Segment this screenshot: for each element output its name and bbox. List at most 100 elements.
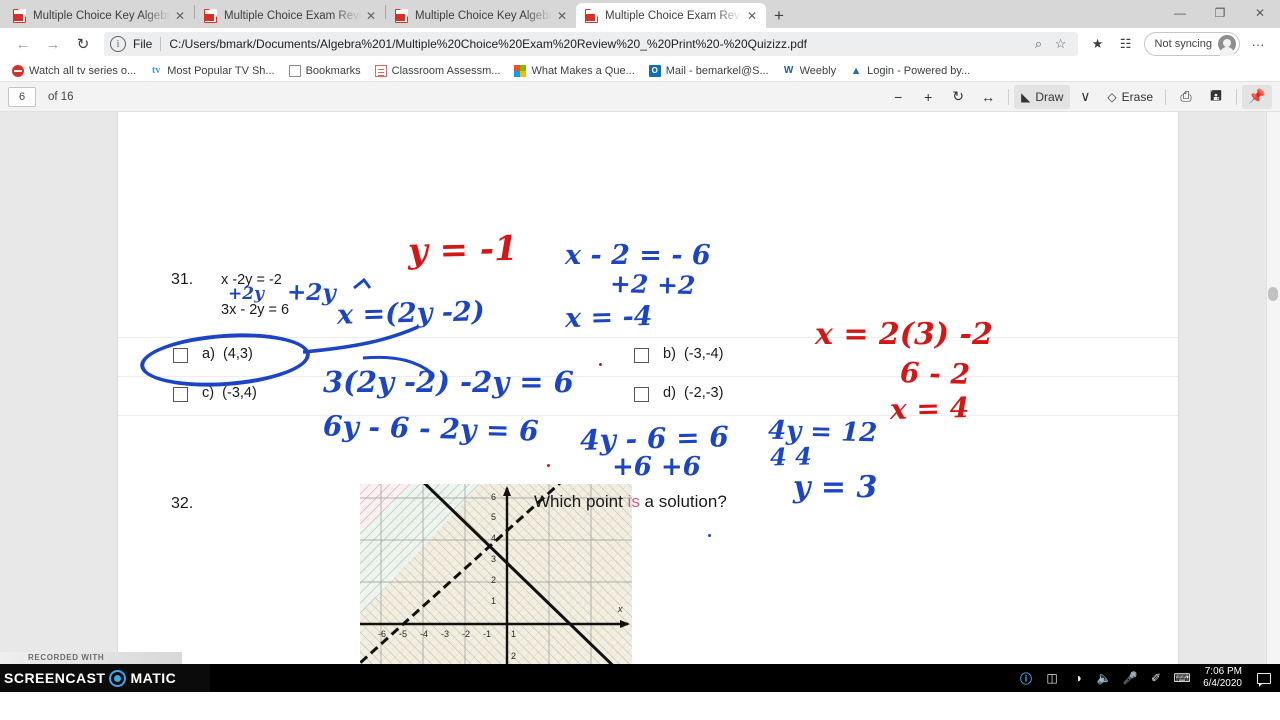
cortana-button[interactable] xyxy=(48,664,92,692)
zoom-out-button[interactable]: − xyxy=(883,85,913,109)
weebly-icon: W xyxy=(783,64,794,76)
page-count-label: of 16 xyxy=(48,90,74,103)
wifi-icon[interactable]: ◑ xyxy=(1065,664,1091,692)
toolbar-divider xyxy=(1236,88,1237,105)
chevron-down-icon[interactable]: ∨ xyxy=(1070,85,1100,109)
window-controls: — ❐ ✕ xyxy=(1160,0,1280,26)
document-icon xyxy=(288,64,301,77)
favorites-bar-icon[interactable]: ★ xyxy=(1084,30,1112,58)
info-icon[interactable]: i xyxy=(110,36,126,52)
ink-annotation-layer: y = -1 +2y +2y x =(2y -2) x - 2 = - 6 +2 +2 x … xyxy=(118,112,1178,681)
erase-label: Erase xyxy=(1121,89,1153,104)
volume-icon[interactable]: 🔈 xyxy=(1091,664,1117,692)
pdf-viewer: 31. x -2y = -2 3x - 2y = 6 a) (4,3) b) (… xyxy=(0,112,1280,681)
profile-label: Not syncing xyxy=(1154,38,1212,50)
bookmark-item[interactable]: Classroom Assessm... xyxy=(369,63,507,79)
new-tab-button[interactable]: + xyxy=(766,3,792,28)
more-options-icon[interactable]: ··· xyxy=(1244,30,1272,58)
pdf-favicon-icon xyxy=(585,8,598,23)
block-icon xyxy=(12,64,24,77)
ink-dot xyxy=(599,363,602,366)
avatar xyxy=(1218,35,1236,56)
reload-button[interactable]: ↻ xyxy=(68,29,98,59)
tab-title: Multiple Choice Exam Review _ P xyxy=(605,9,742,22)
system-tray: ⓘ ◫ ◑ 🔈 🎤 ✐ ⌨ 7:06 PM 6/4/2020 xyxy=(1013,664,1280,692)
bookmark-item[interactable]: ▲ Login - Powered by... xyxy=(844,63,976,79)
draw-button[interactable]: ◣ Draw xyxy=(1014,84,1071,109)
minimize-button[interactable]: — xyxy=(1160,0,1200,26)
microsoft-icon xyxy=(514,64,527,77)
taskbar-left xyxy=(0,664,136,692)
favorite-star-icon[interactable]: ☆ xyxy=(1050,33,1072,55)
search-icon[interactable]: ⌕ xyxy=(1028,33,1050,55)
vertical-scrollbar[interactable] xyxy=(1266,112,1280,681)
maximize-button[interactable]: ❐ xyxy=(1200,0,1240,26)
close-icon[interactable]: ✕ xyxy=(554,8,570,24)
bookmark-item[interactable]: Watch all tv series o... xyxy=(6,63,142,79)
chart-icon: ▲ xyxy=(850,64,862,77)
keyboard-icon[interactable]: ⌨ xyxy=(1169,664,1195,692)
omnibox-divider xyxy=(160,37,162,51)
address-input[interactable]: i File C:/Users/bmark/Documents/Algebra%… xyxy=(104,32,1078,56)
bookmark-item[interactable]: O Mail - bemarkel@S... xyxy=(643,63,775,79)
print-icon[interactable]: ⎙ xyxy=(1171,85,1201,109)
close-window-button[interactable]: ✕ xyxy=(1240,0,1280,26)
browser-tab-4-active[interactable]: Multiple Choice Exam Review _ P ✕ xyxy=(576,3,766,28)
zoom-in-button[interactable]: + xyxy=(913,85,943,109)
pdf-favicon-icon xyxy=(395,8,408,23)
bookmark-item[interactable]: W Weebly xyxy=(777,63,842,79)
browser-tab-1[interactable]: Multiple Choice Key Algebra 2 E ✕ xyxy=(4,3,194,28)
browser-window: Multiple Choice Key Algebra 2 E ✕ Multip… xyxy=(0,0,1280,692)
clock[interactable]: 7:06 PM 6/4/2020 xyxy=(1195,666,1250,690)
tv-icon: tv xyxy=(152,64,161,76)
action-center-button[interactable] xyxy=(1250,664,1278,692)
bookmark-item[interactable]: tv Most Popular TV Sh... xyxy=(144,63,280,79)
close-icon[interactable]: ✕ xyxy=(172,8,188,24)
notification-icon xyxy=(1257,672,1271,687)
collections-icon[interactable]: ☷ xyxy=(1112,30,1140,58)
ink-dot xyxy=(547,464,550,467)
pdf-page: 31. x -2y = -2 3x - 2y = 6 a) (4,3) b) (… xyxy=(118,112,1178,681)
pen-icon[interactable]: ✐ xyxy=(1143,664,1169,692)
pdf-favicon-icon xyxy=(204,8,217,23)
clock-date: 6/4/2020 xyxy=(1203,678,1242,689)
pdf-toolbar: 6 of 16 − + ↻ ↔ ◣ Draw ∨ ◇ Erase ⎙ 🖪 📌 xyxy=(0,82,1280,112)
bookmark-label: What Makes a Que... xyxy=(531,64,635,77)
help-icon[interactable]: ⓘ xyxy=(1013,664,1039,692)
battery-icon[interactable]: ◫ xyxy=(1039,664,1065,692)
erase-button[interactable]: ◇ Erase xyxy=(1100,85,1160,109)
bookmark-label: Weebly xyxy=(799,64,837,77)
draw-label: Draw xyxy=(1035,89,1064,104)
clock-time: 7:06 PM xyxy=(1204,666,1242,677)
close-icon[interactable]: ✕ xyxy=(744,8,760,24)
url-text: C:/Users/bmark/Documents/Algebra%201/Mul… xyxy=(169,37,807,51)
scrollbar-thumb[interactable] xyxy=(1268,287,1278,301)
rotate-icon[interactable]: ↻ xyxy=(943,85,973,109)
close-icon[interactable]: ✕ xyxy=(363,8,379,24)
windows-icon xyxy=(18,670,34,686)
bookmark-label: Mail - bemarkel@S... xyxy=(665,64,769,77)
browser-tab-3[interactable]: Multiple Choice Key Algebra 2 E ✕ xyxy=(386,3,576,28)
bookmark-label: Most Popular TV Sh... xyxy=(167,64,275,77)
ink-dot xyxy=(708,534,711,537)
save-icon[interactable]: 🖪 xyxy=(1201,85,1231,109)
address-bar-row: ← → ↻ i File C:/Users/bmark/Documents/Al… xyxy=(0,28,1280,60)
page-number-input[interactable]: 6 xyxy=(8,86,36,107)
bookmark-item[interactable]: What Makes a Que... xyxy=(508,63,640,79)
microphone-icon[interactable]: 🎤 xyxy=(1117,664,1143,692)
pin-icon[interactable]: 📌 xyxy=(1242,84,1272,109)
bookmark-item[interactable]: Bookmarks xyxy=(283,63,367,79)
forward-button[interactable]: → xyxy=(38,29,68,59)
browser-tab-2[interactable]: Multiple Choice Exam Review _ P ✕ xyxy=(195,3,385,28)
bookmarks-bar: Watch all tv series o... tv Most Popular… xyxy=(0,60,1280,82)
tab-title: Multiple Choice Exam Review _ P xyxy=(224,9,361,22)
back-button[interactable]: ← xyxy=(8,29,38,59)
profile-button[interactable]: Not syncing xyxy=(1143,32,1240,56)
fit-to-page-icon[interactable]: ↔ xyxy=(973,85,1003,109)
circle-icon xyxy=(62,670,78,686)
list-icon xyxy=(374,64,387,77)
toolbar-divider xyxy=(1008,88,1010,105)
outlook-icon: O xyxy=(648,64,661,77)
task-view-button[interactable] xyxy=(92,664,136,692)
start-button[interactable] xyxy=(4,664,48,692)
